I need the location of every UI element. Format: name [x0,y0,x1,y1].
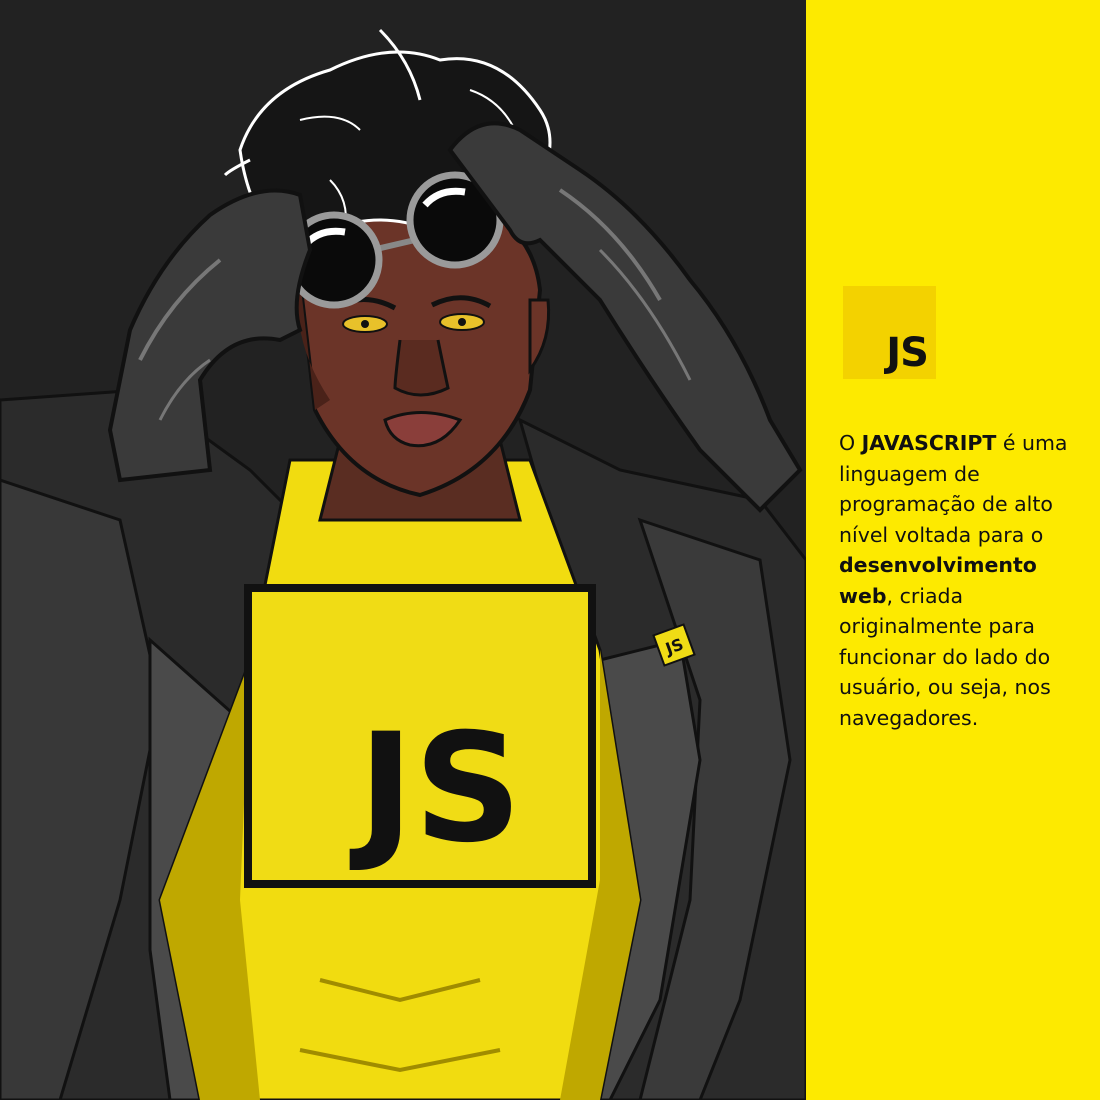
js-logo: JS [843,286,936,379]
character-illustration: JS JS [0,0,806,1100]
description-highlight-javascript: JAVASCRIPT [861,431,997,455]
character-artwork: JS JS [0,0,806,1100]
chest-js-logo: JS [244,584,596,888]
poster: JS JS JS O JAVASCRIPT é uma linguagem de… [0,0,1100,1100]
js-logo-text: JS [886,330,929,376]
nose [393,339,450,397]
description-part1: O [839,431,862,455]
chest-logo-text: JS [349,702,522,876]
info-panel: JS O JAVASCRIPT é uma linguagem de progr… [806,0,1100,1100]
javascript-description: O JAVASCRIPT é uma linguagem de programa… [839,428,1089,733]
